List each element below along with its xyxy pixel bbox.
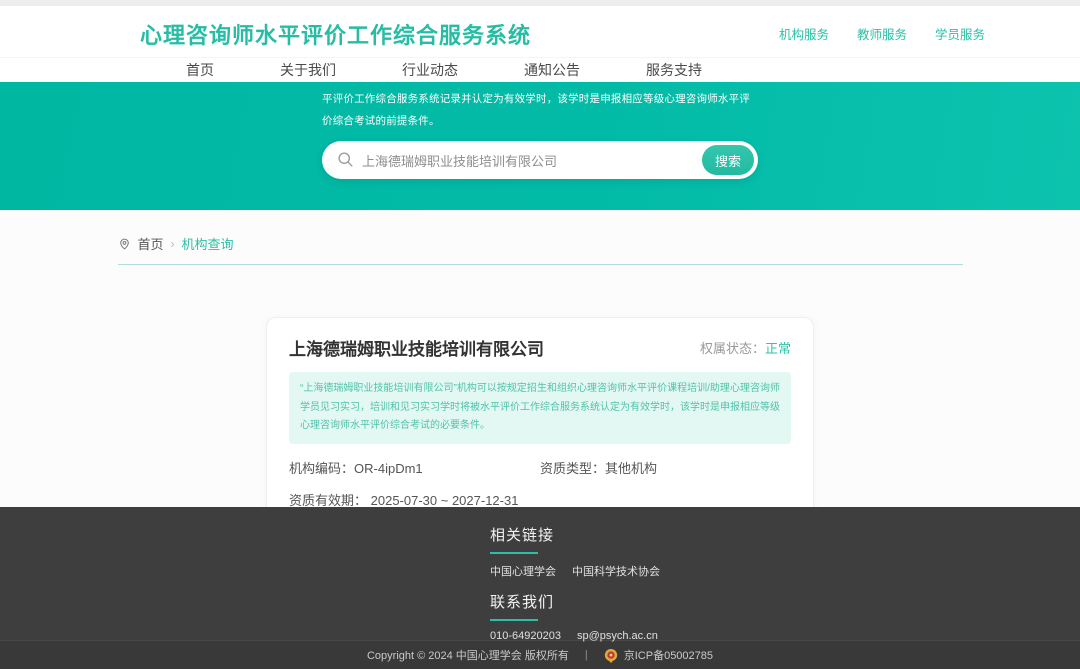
copyright-bar: Copyright © 2024 中国心理学会 版权所有 | 京ICP备0500… [0,640,1080,669]
search-button[interactable]: 搜索 [702,145,754,175]
nav-notices[interactable]: 通知公告 [524,60,580,80]
org-code-label: 机构编码： [289,461,354,476]
header-service-links: 机构服务 教师服务 学员服务 [779,24,985,43]
link-teacher-service[interactable]: 教师服务 [857,24,907,43]
main-nav: 首页 关于我们 行业动态 通知公告 服务支持 [0,57,1080,82]
validity-value: 2025-07-30 ~ 2027-12-31 [371,493,519,508]
search-input[interactable] [362,142,742,178]
nav-industry-news[interactable]: 行业动态 [402,60,458,80]
breadcrumb-home[interactable]: 首页 [138,234,164,253]
hero-banner: 学员在培训机构参加课程培训和见习实习，培训和见习实习学时将被心理咨询师水 平评价… [0,82,1080,210]
footer-link-cast[interactable]: 中国科学技术协会 [572,563,660,579]
main-content: 首页 › 机构查询 上海德瑞姆职业技能培训有限公司 权属状态：正常 “上海德瑞姆… [0,210,1080,507]
field-qualification-type: 资质类型：其他机构 [540,458,791,477]
banner-line-2: 平评价工作综合服务系统记录并认定为有效学时，该学时是申报相应等级心理咨询师水平评 [322,88,758,110]
footer-contact-underline [490,619,538,621]
breadcrumb-current[interactable]: 机构查询 [182,234,234,253]
breadcrumb-separator: › [171,237,175,251]
org-description: “上海德瑞姆职业技能培训有限公司”机构可以按规定招生和组织心理咨询师水平评价课程… [289,372,791,444]
field-validity-period: 资质有效期： 2025-07-30 ~ 2027-12-31 [289,490,791,509]
breadcrumb: 首页 › 机构查询 [118,210,963,265]
footer-title-underline [490,552,538,554]
field-org-code: 机构编码：OR-4ipDm1 [289,458,540,477]
ownership-status: 权属状态：正常 [700,338,791,357]
footer-phone: 010-64920203 [490,630,561,642]
link-student-service[interactable]: 学员服务 [935,24,985,43]
footer-contact-title: 联系我们 [490,591,1080,612]
banner-paragraph: 学员在培训机构参加课程培训和见习实习，培训和见习实习学时将被心理咨询师水 平评价… [322,82,758,132]
icp-link[interactable]: 京ICP备05002785 [604,647,713,663]
link-org-service[interactable]: 机构服务 [779,24,829,43]
org-name: 上海德瑞姆职业技能培训有限公司 [289,335,544,360]
copyright-divider: | [585,649,588,661]
qualification-type-value: 其他机构 [605,461,657,476]
footer-link-cps[interactable]: 中国心理学会 [490,563,556,579]
location-pin-icon [118,237,131,251]
nav-home[interactable]: 首页 [186,60,214,80]
org-code-value: OR-4ipDm1 [354,461,423,476]
footer: 相关链接 中国心理学会 中国科学技术协会 联系我们 010-64920203 s… [0,507,1080,640]
nav-about[interactable]: 关于我们 [280,60,336,80]
header: 心理咨询师水平评价工作综合服务系统 机构服务 教师服务 学员服务 [0,6,1080,57]
site-title: 心理咨询师水平评价工作综合服务系统 [140,18,531,50]
search-bar: 搜索 [322,141,758,179]
copyright-text: Copyright © 2024 中国心理学会 版权所有 [367,647,569,663]
banner-line-3: 价综合考试的前提条件。 [322,110,758,132]
org-fields: 机构编码：OR-4ipDm1 资质类型：其他机构 资质有效期： 2025-07-… [289,458,791,509]
nav-support[interactable]: 服务支持 [646,60,702,80]
status-badge: 正常 [765,341,791,356]
police-badge-icon [604,648,618,663]
footer-links-title: 相关链接 [490,524,1080,545]
icp-number: 京ICP备05002785 [624,647,713,663]
footer-email: sp@psych.ac.cn [577,630,658,642]
search-icon [337,151,354,173]
status-label: 权属状态： [700,341,765,356]
validity-label: 资质有效期： [289,493,367,508]
org-result-card: 上海德瑞姆职业技能培训有限公司 权属状态：正常 “上海德瑞姆职业技能培训有限公司… [266,317,814,530]
qualification-type-label: 资质类型： [540,461,605,476]
